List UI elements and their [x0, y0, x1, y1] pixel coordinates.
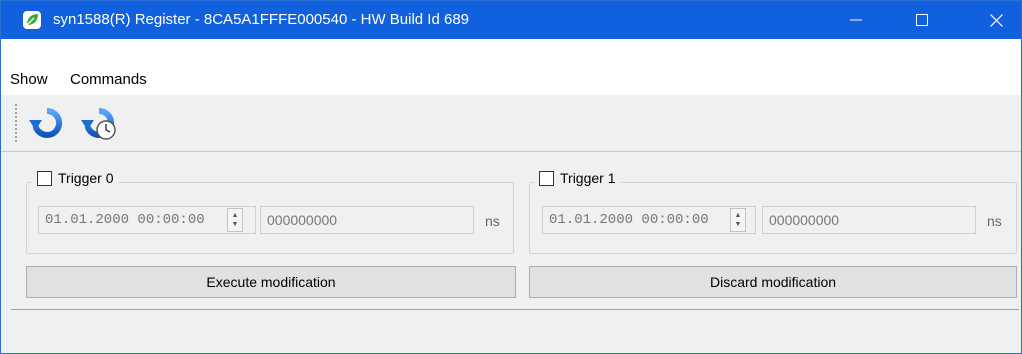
maximize-icon [916, 14, 928, 26]
window-title: syn1588(R) Register - 8CA5A1FFFE000540 -… [53, 11, 470, 28]
spin-up-icon[interactable]: ▲ [735, 211, 742, 220]
minimize-icon [850, 19, 862, 21]
spin-down-icon[interactable]: ▼ [232, 220, 239, 229]
trigger-0-ns-value: 000000000 [267, 212, 338, 228]
trigger-0-datetime-spinner[interactable]: ▲ ▼ [227, 208, 243, 232]
trigger-1-ns-value: 000000000 [769, 212, 840, 228]
spin-up-icon[interactable]: ▲ [232, 211, 239, 220]
trigger-0-datetime-field[interactable]: 01.01.2000 00:00:00 [38, 206, 256, 234]
maximize-button[interactable] [899, 1, 945, 39]
menu-commands[interactable]: Commands [70, 71, 147, 89]
title-bar[interactable]: syn1588(R) Register - 8CA5A1FFFE000540 -… [1, 1, 1021, 39]
trigger-0-header[interactable]: Trigger 0 [33, 168, 119, 188]
register-window: syn1588(R) Register - 8CA5A1FFFE000540 -… [0, 0, 1022, 354]
close-icon [989, 13, 1003, 27]
trigger-1-ns-unit: ns [987, 213, 1002, 229]
trigger-0-label: Trigger 0 [58, 170, 114, 186]
trigger-0-ns-field[interactable]: 000000000 [260, 206, 474, 234]
menu-show[interactable]: Show [10, 71, 48, 89]
close-button[interactable] [973, 1, 1019, 39]
toolbar [1, 95, 1021, 152]
trigger-1-label: Trigger 1 [560, 170, 616, 186]
trigger-0-datetime-value: 01.01.2000 00:00:00 [45, 212, 205, 228]
spin-down-icon[interactable]: ▼ [735, 220, 742, 229]
status-separator [11, 309, 1019, 310]
trigger-1-ns-field[interactable]: 000000000 [762, 206, 976, 234]
toolbar-grip[interactable] [14, 103, 18, 143]
trigger-0-checkbox[interactable] [37, 170, 52, 186]
execute-modification-button[interactable]: Execute modification [26, 266, 516, 298]
menu-bar: Show Commands [1, 39, 1021, 133]
trigger-0-ns-unit: ns [485, 213, 500, 229]
refresh-icon[interactable] [29, 105, 65, 141]
trigger-1-datetime-spinner[interactable]: ▲ ▼ [730, 208, 746, 232]
trigger-1-datetime-field[interactable]: 01.01.2000 00:00:00 [542, 206, 756, 234]
app-leaf-icon [23, 11, 41, 29]
minimize-button[interactable] [833, 1, 879, 39]
refresh-timer-icon[interactable] [81, 105, 117, 141]
trigger-1-checkbox[interactable] [539, 170, 554, 186]
discard-modification-button[interactable]: Discard modification [529, 266, 1017, 298]
trigger-1-header[interactable]: Trigger 1 [535, 168, 621, 188]
trigger-1-datetime-value: 01.01.2000 00:00:00 [549, 212, 709, 228]
